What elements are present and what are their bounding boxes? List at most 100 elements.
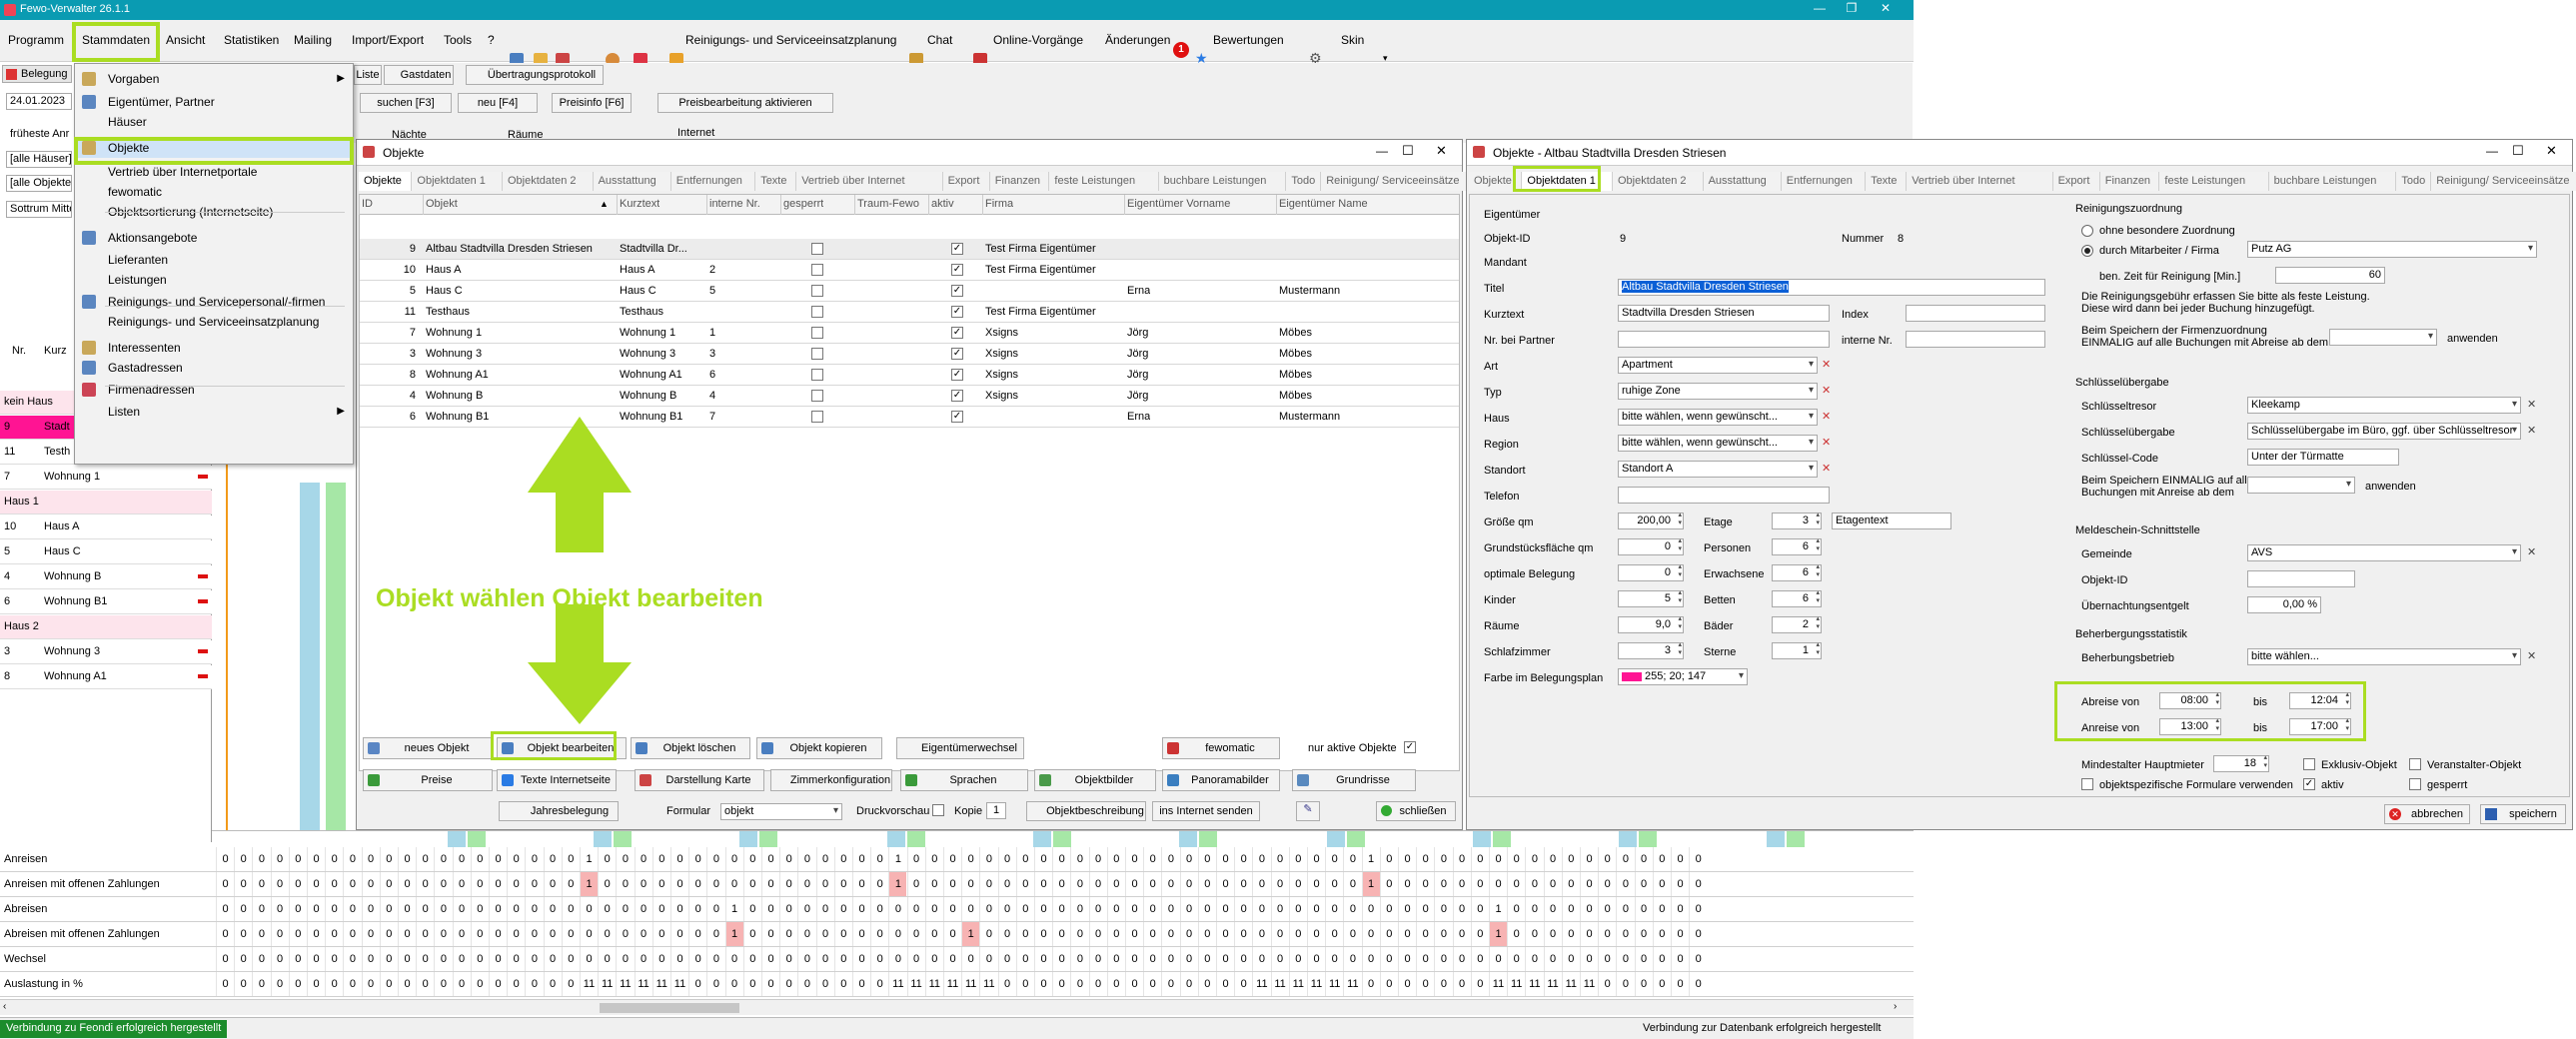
menu-item[interactable]: Aktionsangebote xyxy=(75,228,353,248)
telefon-field[interactable] xyxy=(1618,487,1830,504)
tab-0[interactable]: Objekte xyxy=(359,172,413,191)
ort-filter[interactable]: Sottrum Mitte xyxy=(6,201,72,218)
etagentext-field[interactable]: Etagentext xyxy=(1832,513,1951,529)
menu-ansicht[interactable]: Ansicht xyxy=(166,33,205,47)
menu-mailing[interactable]: Mailing xyxy=(294,33,332,47)
haeuser-filter[interactable]: [alle Häuser] xyxy=(6,151,72,168)
standort-select[interactable]: Standort A xyxy=(1618,461,1818,478)
tab-2[interactable]: Objektdaten 2 xyxy=(1613,172,1704,191)
uebergabe-select[interactable]: Schlüsselübergabe im Büro, ggf. über Sch… xyxy=(2247,423,2521,440)
farbe-select[interactable]: 255; 20; 147 xyxy=(1618,668,1748,685)
left-row[interactable]: Haus 1 xyxy=(0,491,212,515)
menu-item[interactable]: Gastadressen xyxy=(75,358,353,378)
gesperrt-checkbox[interactable] xyxy=(811,411,823,423)
gesperrt-checkbox[interactable] xyxy=(811,306,823,318)
tab-10[interactable]: buchbare Leistungen xyxy=(1158,172,1287,191)
objekt-button-row2-7[interactable]: Grundrisse xyxy=(1292,769,1416,791)
schluessel-datum-select[interactable] xyxy=(2247,477,2355,494)
art-select[interactable]: Apartment xyxy=(1618,357,1818,374)
objekt-button-3[interactable]: Objekt kopieren xyxy=(756,737,882,759)
column-header[interactable]: interne Nr. xyxy=(709,198,760,210)
tab-11[interactable]: Todo xyxy=(2396,172,2432,191)
typ-select[interactable]: ruhige Zone xyxy=(1618,383,1818,400)
clear-icon[interactable]: ✕ xyxy=(1822,384,1831,397)
schlaf-field[interactable]: 3 xyxy=(1618,641,1684,659)
menu-item[interactable]: fewomatic xyxy=(75,182,353,202)
aktiv-checkbox[interactable]: ✓ xyxy=(2303,778,2315,790)
code-field[interactable]: Unter der Türmatte xyxy=(2247,449,2399,466)
aktiv-checkbox[interactable]: ✓ xyxy=(951,285,963,297)
druckvorschau-checkbox[interactable] xyxy=(932,804,944,816)
index-field[interactable] xyxy=(1906,305,2045,322)
new-button[interactable]: neu [F4] xyxy=(458,93,538,113)
betrieb-select[interactable]: bitte wählen... xyxy=(2247,648,2521,665)
table-row[interactable]: 4 Wohnung B Wohnung B 4 ✓ Xsigns Jörg Möbes xyxy=(360,386,1459,407)
objekt-button-row2-1[interactable]: Texte Internetseite xyxy=(497,769,617,791)
menu-chat[interactable]: Chat xyxy=(927,33,952,47)
close-icon[interactable]: ✕ xyxy=(1436,143,1447,159)
region-select[interactable]: bitte wählen, wenn gewünscht... xyxy=(1618,435,1818,452)
clear-icon[interactable]: ✕ xyxy=(2527,398,2536,411)
objekt-button-row2-3[interactable]: Zimmerkonfiguration xyxy=(770,769,892,791)
menu-item[interactable]: Lieferanten xyxy=(75,250,353,270)
tab-4[interactable]: Entfernungen xyxy=(1781,172,1867,191)
gesperrt-checkbox[interactable] xyxy=(811,243,823,255)
horizontal-scrollbar[interactable]: ‹ › xyxy=(0,999,1914,1015)
baeder-field[interactable]: 2 xyxy=(1772,615,1822,633)
tab-5[interactable]: Texte xyxy=(1866,172,1908,191)
aktiv-checkbox[interactable]: ✓ xyxy=(951,411,963,423)
tab-8[interactable]: Finanzen xyxy=(2099,172,2160,191)
objekt-button-5[interactable]: fewomatic xyxy=(1162,737,1280,759)
veranstalter-checkbox[interactable] xyxy=(2409,758,2421,770)
close-icon[interactable]: ✕ xyxy=(2546,143,2557,159)
kurztext-field[interactable]: Stadtvilla Dresden Striesen xyxy=(1618,305,1830,322)
firma-select[interactable]: Putz AG xyxy=(2247,241,2537,258)
gesperrt-checkbox[interactable] xyxy=(811,327,823,339)
clear-icon[interactable]: ✕ xyxy=(2527,545,2536,558)
nur-aktive-checkbox[interactable]: ✓ xyxy=(1404,741,1416,753)
tab-7[interactable]: Export xyxy=(942,172,990,191)
menu-help[interactable]: ? xyxy=(488,33,495,47)
left-row[interactable]: 7 Wohnung 1 xyxy=(0,466,212,490)
left-row[interactable]: Haus 2 xyxy=(0,615,212,639)
sterne-field[interactable]: 1 xyxy=(1772,641,1822,659)
uebernacht-field[interactable]: 0,00 % xyxy=(2247,596,2321,613)
objekte-filter[interactable]: [alle Objekte] xyxy=(6,175,72,192)
clear-icon[interactable]: ✕ xyxy=(2527,649,2536,662)
tab-4[interactable]: Entfernungen xyxy=(670,172,756,191)
radio-ohne[interactable] xyxy=(2081,225,2093,237)
aktiv-checkbox[interactable]: ✓ xyxy=(951,327,963,339)
edit-icon-button[interactable]: ✎ xyxy=(1296,801,1320,821)
date-field[interactable]: 24.01.2023 xyxy=(6,93,72,110)
menu-reinigung[interactable]: Reinigungs- und Serviceeinsatzplanung xyxy=(685,33,896,47)
tab-1[interactable]: Objektdaten 1 xyxy=(412,172,503,191)
minimize-icon[interactable]: — xyxy=(2486,144,2498,158)
scroll-right-icon[interactable]: › xyxy=(1894,1001,1897,1012)
objekt-button-row2-5[interactable]: Objektbilder xyxy=(1034,769,1156,791)
tab-12[interactable]: Reinigung/ Serviceeinsätze xyxy=(2431,172,2576,191)
preisbearbeitung-button[interactable]: Preisbearbeitung aktivieren xyxy=(657,93,833,113)
menu-item[interactable]: Leistungen xyxy=(75,270,353,290)
haus-select[interactable]: bitte wählen, wenn gewünscht... xyxy=(1618,409,1818,426)
left-row[interactable]: 10 Haus A xyxy=(0,516,212,539)
aktiv-checkbox[interactable]: ✓ xyxy=(951,243,963,255)
gesperrt-checkbox[interactable] xyxy=(811,264,823,276)
interne-nr-field[interactable] xyxy=(1906,331,2045,348)
abbrechen-button[interactable]: ✕ abbrechen xyxy=(2384,804,2470,824)
table-row[interactable]: 10 Haus A Haus A 2 ✓ Test Firma Eigentümer xyxy=(360,260,1459,281)
minimize-icon[interactable]: — xyxy=(1805,1,1835,19)
scroll-left-icon[interactable]: ‹ xyxy=(3,1001,6,1012)
anwenden-label-1[interactable]: anwenden xyxy=(2447,333,2498,345)
tab-liste[interactable]: Liste xyxy=(354,65,382,85)
table-row[interactable]: 11 Testhaus Testhaus ✓ Test Firma Eigentümer xyxy=(360,302,1459,323)
menu-item[interactable]: Vertrieb über Internetportale xyxy=(75,162,353,182)
gemeinde-select[interactable]: AVS xyxy=(2247,544,2521,561)
table-row[interactable]: 7 Wohnung 1 Wohnung 1 1 ✓ Xsigns Jörg Möbes xyxy=(360,323,1459,344)
objekt-button-row2-6[interactable]: Panoramabilder xyxy=(1162,769,1280,791)
menu-tools[interactable]: Tools xyxy=(444,33,472,47)
exklusiv-checkbox[interactable] xyxy=(2303,758,2315,770)
formulare-checkbox[interactable] xyxy=(2081,778,2093,790)
tab-9[interactable]: feste Leistungen xyxy=(2159,172,2269,191)
objekt-button-4[interactable]: Eigentümerwechsel xyxy=(896,737,1024,759)
partner-field[interactable] xyxy=(1618,331,1830,348)
